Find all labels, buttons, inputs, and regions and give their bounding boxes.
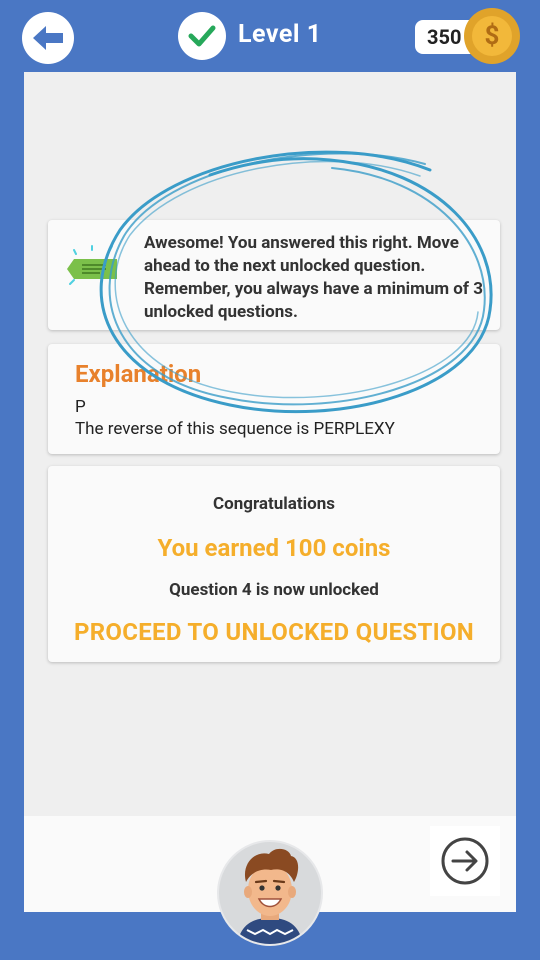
explanation-body: P The reverse of this sequence is PERPLE… xyxy=(75,396,395,440)
coin-symbol: $ xyxy=(472,16,512,56)
explanation-detail: The reverse of this sequence is PERPLEXY xyxy=(75,419,395,439)
reward-title: Congratulations xyxy=(213,494,335,514)
top-bar: Level 1 350 $ xyxy=(0,0,540,72)
next-arrow-icon xyxy=(441,837,489,885)
level-title: Level 1 xyxy=(238,20,322,49)
coin-count: 350 xyxy=(427,25,462,49)
question-unlocked: Question 4 is now unlocked xyxy=(169,580,379,600)
avatar-icon xyxy=(237,848,303,944)
level-status xyxy=(178,12,226,60)
next-button[interactable] xyxy=(430,826,500,896)
proceed-button[interactable]: PROCEED TO UNLOCKED QUESTION xyxy=(48,618,500,646)
explanation-title: Explanation xyxy=(75,360,202,388)
feedback-message: Awesome! You answered this right. Move a… xyxy=(144,233,483,322)
explanation-answer: P xyxy=(75,397,86,417)
explanation-card: Explanation P The reverse of this sequen… xyxy=(48,344,500,454)
reward-card: Congratulations You earned 100 coins Que… xyxy=(48,466,500,662)
back-arrow-icon xyxy=(33,26,63,50)
coin-icon: $ xyxy=(464,8,520,64)
avatar[interactable] xyxy=(217,840,323,946)
coins-earned: You earned 100 coins xyxy=(157,534,391,562)
back-button[interactable] xyxy=(22,12,74,64)
feedback-card: Awesome! You answered this right. Move a… xyxy=(48,220,500,330)
ticket-icon xyxy=(67,245,117,285)
check-icon xyxy=(188,25,216,47)
